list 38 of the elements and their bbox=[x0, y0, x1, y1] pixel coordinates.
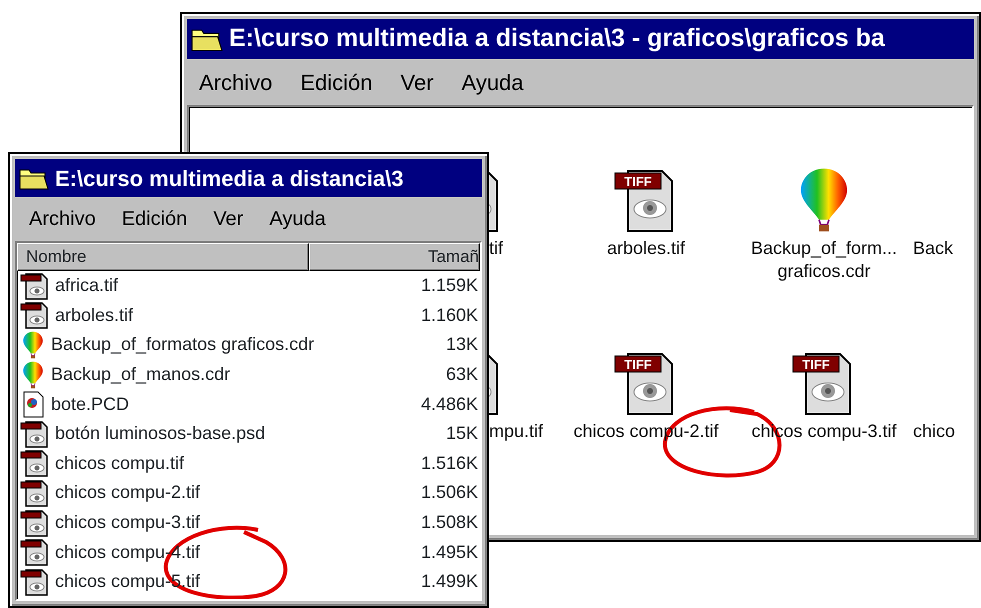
file-size: 1.499K bbox=[420, 570, 479, 594]
file-name[interactable]: chicos compu.tif bbox=[55, 450, 184, 477]
menu-item[interactable]: Archivo bbox=[199, 66, 272, 98]
window-title: E:\curso multimedia a distancia\3 bbox=[55, 164, 404, 192]
file-label[interactable]: tif bbox=[489, 237, 504, 260]
file-size: 13K bbox=[446, 333, 479, 356]
file-size: 63K bbox=[446, 363, 479, 386]
file-label[interactable]: Backup_of_form... graficos.cdr bbox=[736, 237, 912, 284]
file-label[interactable]: Back bbox=[913, 237, 954, 260]
file-size: 15K bbox=[446, 422, 479, 446]
column-header[interactable]: Tamañ bbox=[309, 243, 480, 271]
file-size: 1.508K bbox=[420, 511, 479, 534]
menu-item[interactable]: Ayuda bbox=[462, 66, 524, 98]
file-name[interactable]: chicos compu-2.tif bbox=[55, 479, 200, 506]
file-name[interactable]: arboles.tif bbox=[55, 302, 134, 329]
file-label[interactable]: mpu.tif bbox=[489, 420, 544, 444]
file-size: 4.486K bbox=[420, 392, 479, 416]
file-label[interactable]: chico bbox=[913, 420, 956, 444]
menu-item[interactable]: Edición bbox=[122, 204, 188, 234]
file-size: 1.495K bbox=[420, 540, 479, 564]
file-name[interactable]: africa.tif bbox=[55, 272, 118, 300]
menu-item[interactable]: Archivo bbox=[29, 204, 96, 234]
menu-item[interactable]: Ver bbox=[400, 66, 434, 98]
file-name[interactable]: chicos compu-3.tif bbox=[55, 509, 200, 536]
file-name[interactable]: bote.PCD bbox=[51, 390, 130, 418]
file-name[interactable]: botón luminosos-base.psd bbox=[55, 420, 266, 448]
file-name[interactable]: Backup_of_formatos graficos.cdr bbox=[51, 331, 314, 358]
menu-item[interactable]: Edición bbox=[300, 66, 373, 98]
menu-item[interactable]: Ver bbox=[213, 204, 244, 234]
file-name[interactable]: Backup_of_manos.cdr bbox=[51, 361, 230, 388]
column-header[interactable]: Nombre bbox=[17, 243, 309, 271]
file-size: 1.506K bbox=[420, 481, 479, 504]
window-title: E:\curso multimedia a distancia\3 - graficos\graficos ba bbox=[229, 23, 885, 54]
file-size: 1.516K bbox=[420, 452, 479, 475]
file-size: 1.160K bbox=[420, 304, 479, 327]
file-label[interactable]: arboles.tif bbox=[606, 237, 686, 260]
file-size: 1.159K bbox=[420, 274, 479, 298]
menu-item[interactable]: Ayuda bbox=[269, 204, 326, 234]
